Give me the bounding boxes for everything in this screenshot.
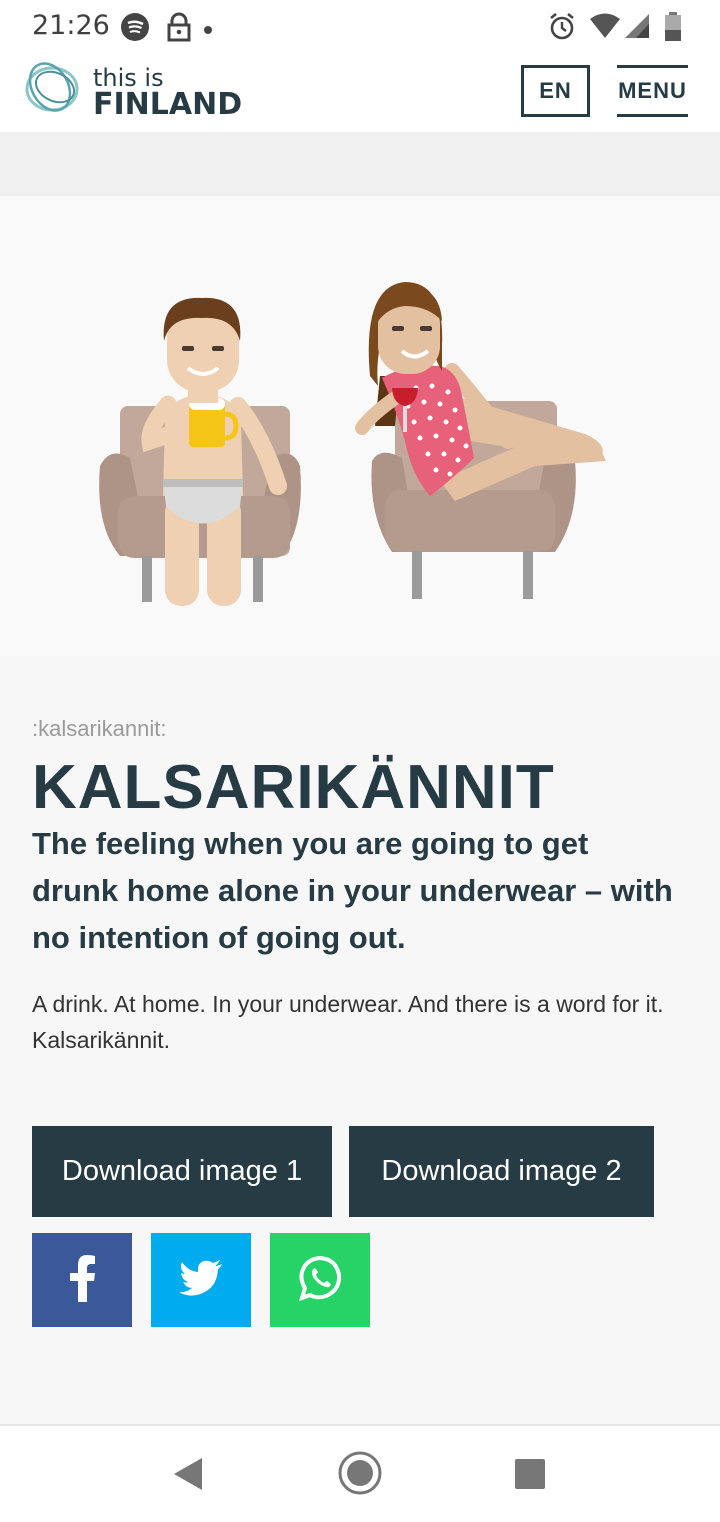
back-icon[interactable] <box>172 1456 204 1497</box>
alarm-icon <box>548 12 576 47</box>
spotify-icon <box>120 12 150 47</box>
download-image-1-button[interactable]: Download image 1 <box>32 1126 332 1217</box>
home-icon[interactable] <box>337 1450 383 1501</box>
definition-subtitle: The feeling when you are going to get dr… <box>32 826 673 955</box>
android-nav-bar <box>0 1424 720 1522</box>
lock-icon <box>166 12 192 47</box>
page-title: KALSARIKÄNNIT <box>32 753 555 822</box>
signal-icon <box>624 12 650 45</box>
article-body: A drink. At home. In your underwear. And… <box>32 991 664 1053</box>
logo-text-big: FINLAND <box>93 87 243 122</box>
word-slug: :kalsarikannit: <box>32 716 167 741</box>
header-band <box>0 132 720 196</box>
battery-icon <box>664 12 682 47</box>
facebook-share-button[interactable] <box>32 1233 132 1327</box>
status-bar: 21:26 <box>0 0 720 54</box>
this-is-finland-logo-icon[interactable] <box>22 57 82 117</box>
twitter-icon <box>179 1259 223 1301</box>
wifi-icon <box>589 12 621 45</box>
status-time: 21:26 <box>32 10 110 41</box>
download-image-2-button[interactable]: Download image 2 <box>349 1126 654 1217</box>
menu-button[interactable]: MENU <box>617 65 688 117</box>
whatsapp-icon <box>296 1254 344 1307</box>
site-header: this is FINLAND EN MENU <box>0 54 720 132</box>
recents-icon[interactable] <box>514 1458 546 1495</box>
twitter-share-button[interactable] <box>151 1233 251 1327</box>
kalsarikannit-illustration <box>0 196 720 656</box>
dot-icon <box>203 22 213 40</box>
facebook-icon <box>67 1254 97 1307</box>
language-button[interactable]: EN <box>521 65 590 117</box>
whatsapp-share-button[interactable] <box>270 1233 370 1327</box>
